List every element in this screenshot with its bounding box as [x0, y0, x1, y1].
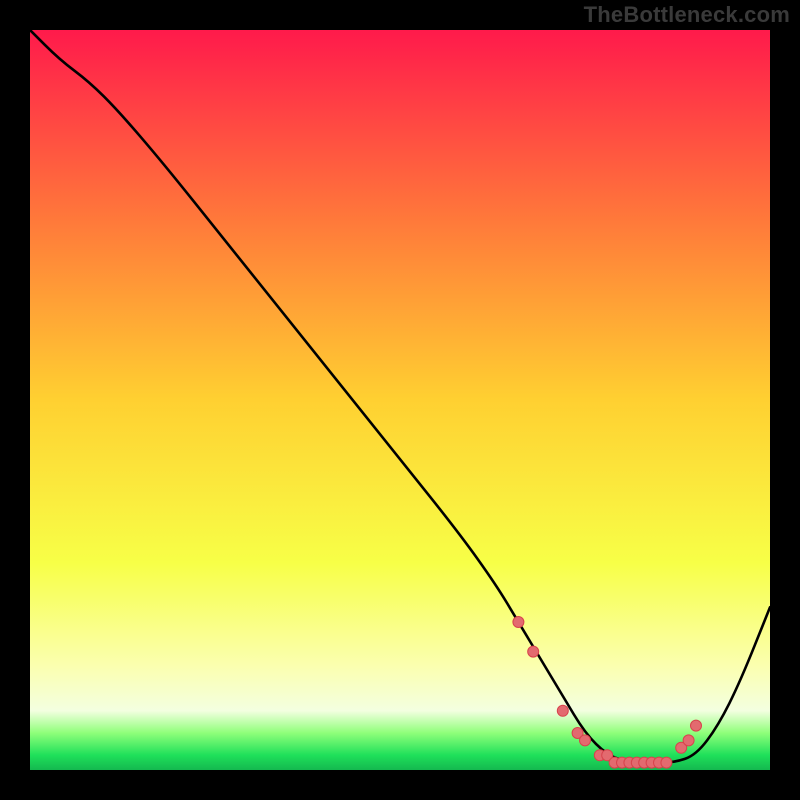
marker-dot [557, 705, 568, 716]
marker-dot [691, 720, 702, 731]
marker-dot [580, 735, 591, 746]
watermark-label: TheBottleneck.com [584, 2, 790, 28]
marker-dot [661, 757, 672, 768]
bottleneck-chart [30, 30, 770, 770]
marker-dot [683, 735, 694, 746]
marker-dot [528, 646, 539, 657]
gradient-background [30, 30, 770, 770]
chart-frame: TheBottleneck.com [0, 0, 800, 800]
plot-area [30, 30, 770, 770]
marker-dot [513, 617, 524, 628]
